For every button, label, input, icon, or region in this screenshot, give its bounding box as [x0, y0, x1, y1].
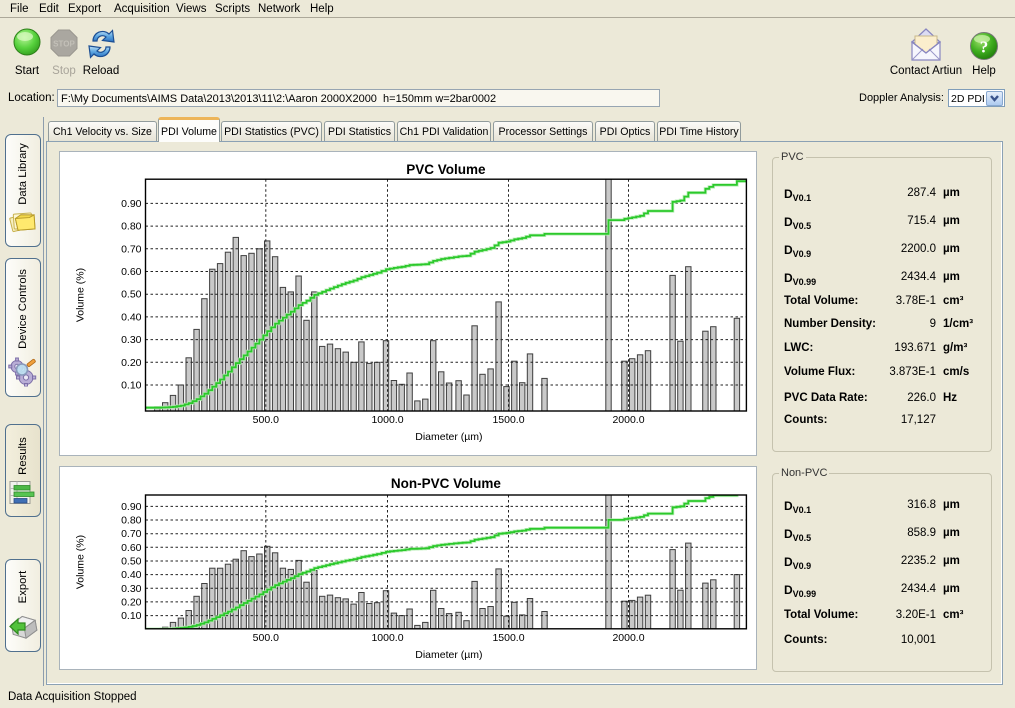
svg-text:0.40: 0.40	[121, 311, 142, 323]
svg-text:0.20: 0.20	[121, 596, 142, 608]
svg-text:0.10: 0.10	[121, 380, 142, 392]
svg-text:Diameter (µm): Diameter (µm)	[415, 649, 482, 661]
svg-text:0.30: 0.30	[121, 583, 142, 595]
svg-text:0.10: 0.10	[121, 610, 142, 622]
svg-text:Volume (%): Volume (%)	[75, 535, 87, 589]
svg-text:0.80: 0.80	[121, 515, 142, 527]
svg-text:1000.0: 1000.0	[371, 632, 403, 644]
svg-text:0.60: 0.60	[121, 266, 142, 278]
svg-text:0.90: 0.90	[121, 198, 142, 210]
svg-text:0.80: 0.80	[121, 221, 142, 233]
svg-text:STOP: STOP	[53, 40, 75, 49]
svg-text:PVC Volume: PVC Volume	[406, 162, 486, 177]
svg-text:500.0: 500.0	[253, 632, 279, 644]
svg-text:0.50: 0.50	[121, 289, 142, 301]
svg-text:?: ?	[980, 38, 989, 57]
svg-text:2000.0: 2000.0	[612, 632, 644, 644]
svg-text:Volume (%): Volume (%)	[75, 268, 87, 322]
svg-text:Non-PVC Volume: Non-PVC Volume	[391, 476, 501, 491]
svg-text:0.50: 0.50	[121, 556, 142, 568]
svg-text:0.40: 0.40	[121, 569, 142, 581]
svg-text:2000.0: 2000.0	[612, 414, 644, 426]
svg-text:1000.0: 1000.0	[371, 414, 403, 426]
svg-text:0.60: 0.60	[121, 542, 142, 554]
svg-text:500.0: 500.0	[253, 414, 279, 426]
svg-text:1500.0: 1500.0	[492, 632, 524, 644]
svg-text:Diameter (µm): Diameter (µm)	[415, 431, 482, 443]
svg-text:0.70: 0.70	[121, 243, 142, 255]
svg-text:0.90: 0.90	[121, 501, 142, 513]
svg-text:1500.0: 1500.0	[492, 414, 524, 426]
svg-text:0.30: 0.30	[121, 334, 142, 346]
svg-text:0.70: 0.70	[121, 528, 142, 540]
svg-text:0.20: 0.20	[121, 357, 142, 369]
